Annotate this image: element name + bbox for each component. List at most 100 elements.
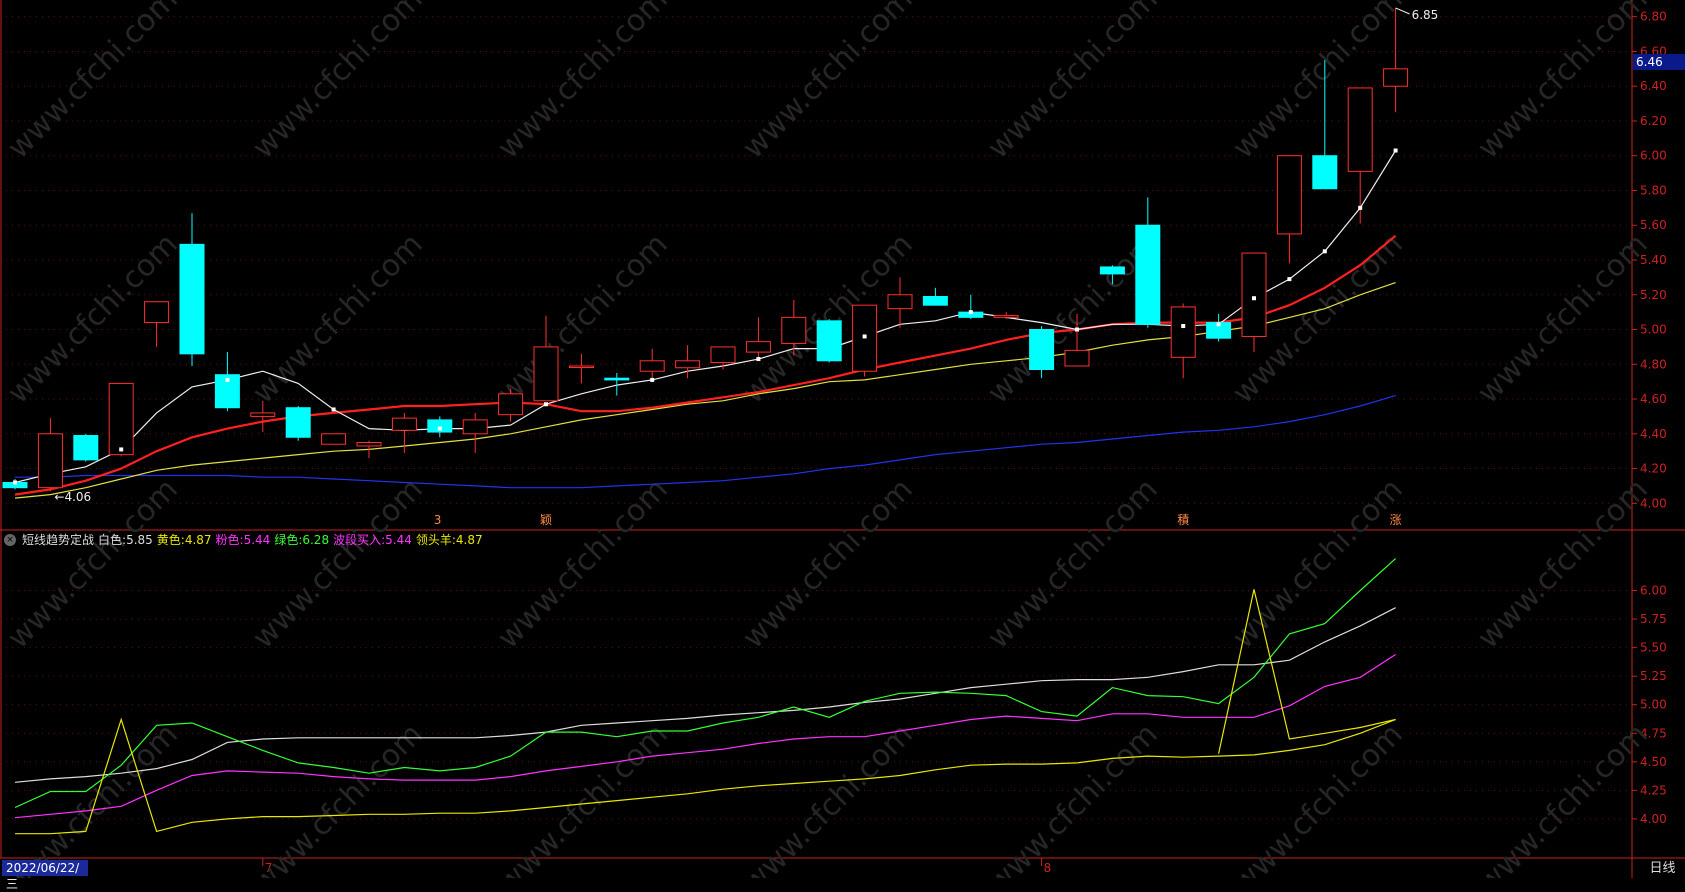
watermark-text: www.cfchi.com <box>1471 717 1655 878</box>
legend-yellow: 黄色:4.87 <box>156 533 212 547</box>
candle-body-down <box>922 295 948 306</box>
ma5-point <box>1216 322 1221 327</box>
low-annotation: ←4.06 <box>54 490 91 504</box>
candle-body-up <box>745 341 771 353</box>
indicator-title[interactable]: 短线趋势定战 <box>22 532 94 548</box>
indicator-line-e8e800 <box>15 717 1396 835</box>
candle-body-down <box>1135 224 1161 325</box>
candle-body-up <box>250 412 276 417</box>
legend-white: 白色:5.85 <box>98 533 153 547</box>
watermark-text: www.cfchi.com <box>246 227 430 411</box>
indicator-y-tick-label: 5.50 <box>1640 641 1667 655</box>
watermark-text: www.cfchi.com <box>736 472 920 656</box>
watermark-text: www.cfchi.com <box>246 717 430 878</box>
indicator-y-tick-label: 4.00 <box>1640 812 1667 826</box>
main-y-tick-label: 6.20 <box>1640 114 1667 128</box>
main-y-tick-label: 4.40 <box>1640 427 1667 441</box>
candle-body-up <box>1276 155 1302 235</box>
ma5-point <box>331 407 336 412</box>
legend-band-buy: 波段买入:5.44 <box>333 533 412 547</box>
legend-pink: 粉色:5.44 <box>215 533 271 547</box>
ma10-line <box>14 234 1397 496</box>
ma5-point <box>1287 277 1292 282</box>
main-y-tick-label: 6.40 <box>1640 79 1667 93</box>
watermark-text: www.cfchi.com <box>491 472 675 656</box>
candle-body-down <box>1029 329 1055 370</box>
indicator-y-tick-label: 5.75 <box>1640 612 1667 626</box>
indicator-line-ff33ff <box>14 653 1396 819</box>
watermark-text: www.cfchi.com <box>491 227 675 411</box>
watermark-text: www.cfchi.com <box>1 717 185 878</box>
indicator-y-tick-label: 6.00 <box>1640 584 1667 598</box>
indicator-y-tick-label: 5.25 <box>1640 669 1667 683</box>
ma5-point <box>1393 148 1398 153</box>
watermark-text: www.cfchi.com <box>981 717 1165 878</box>
high-annotation: 6.85 <box>1412 8 1439 22</box>
watermark-text: www.cfchi.com <box>1471 227 1655 411</box>
candle-body-up <box>144 301 170 324</box>
signal-marker: 涨 <box>1390 512 1402 527</box>
ma5-point <box>1252 296 1256 301</box>
candle-body-up <box>498 393 524 416</box>
main-y-tick-label: 5.00 <box>1640 323 1667 337</box>
candle-body-up <box>1241 252 1267 337</box>
chart-stage: 6.80 6.60 6.40 6.20 6.00 5.80 5.60 5.40 5.20 5.00… <box>0 0 1685 892</box>
watermark-text: www.cfchi.com <box>736 717 920 878</box>
candle-body-up <box>710 346 736 364</box>
watermark-text: www.cfchi.com <box>736 0 920 166</box>
main-y-tick-label: 5.60 <box>1640 218 1667 232</box>
watermark-text: www.cfchi.com <box>1471 0 1655 166</box>
candle-body-down <box>816 320 842 362</box>
signal-marker: 積 <box>1177 512 1189 527</box>
legend-leader: 领头羊:4.87 <box>415 533 483 547</box>
candle-body-up <box>639 360 665 372</box>
watermark-text: www.cfchi.com <box>1226 717 1410 878</box>
ma5-point <box>1322 249 1327 254</box>
candle-body-up <box>1064 349 1090 367</box>
candle-body-up <box>568 365 594 369</box>
watermark-text: www.cfchi.com <box>491 0 675 166</box>
indicator-y-tick-label: 4.25 <box>1640 783 1667 797</box>
candle-body-up <box>391 417 417 431</box>
main-y-tick-label: 4.60 <box>1640 392 1667 406</box>
signal-marker: 颖 <box>540 513 552 527</box>
indicator-line-dddddd <box>14 607 1396 783</box>
watermark-text: www.cfchi.com <box>1 472 185 656</box>
period-selector[interactable]: 日线 <box>1640 860 1685 878</box>
candle-body-up <box>1383 68 1409 87</box>
indicator-legend: × 短线趋势定战 白色:5.85 黄色:4.87 粉色:5.44 绿色:6.28… <box>4 532 483 548</box>
ma5-point <box>1358 205 1363 210</box>
watermark-text: www.cfchi.com <box>246 0 430 166</box>
chart-canvas: 6.806.606.406.206.005.805.605.405.205.00… <box>0 0 1685 892</box>
candle-body-down <box>73 435 99 461</box>
main-y-tick-label: 5.80 <box>1640 183 1667 197</box>
watermark-text: www.cfchi.com <box>1226 472 1410 656</box>
ma5-point <box>650 377 655 382</box>
main-y-tick-label: 4.20 <box>1640 462 1667 476</box>
indicator-line-33ff33 <box>14 558 1397 809</box>
ma5-point <box>862 334 867 339</box>
candle-body-up <box>533 346 559 402</box>
candle-body-up <box>887 294 913 310</box>
candle-body-up <box>993 315 1019 318</box>
close-icon[interactable]: × <box>4 534 16 546</box>
x-tick-label: 8 <box>1044 861 1052 875</box>
ma5-point <box>1181 324 1186 329</box>
candle-body-up <box>108 382 134 456</box>
candle-body-up <box>462 419 488 435</box>
candle-body-down <box>285 407 311 438</box>
legend-green: 绿色:6.28 <box>274 533 330 547</box>
candle-body-up <box>675 360 701 369</box>
main-y-tick-label: 5.20 <box>1640 288 1667 302</box>
watermark-text: www.cfchi.com <box>981 0 1165 166</box>
watermark-text: www.cfchi.com <box>246 472 430 656</box>
current-price-tag: 6.46 <box>1633 54 1685 70</box>
watermark-text: www.cfchi.com <box>1226 0 1410 166</box>
candle-body-down <box>1099 266 1125 275</box>
watermark-text: www.cfchi.com <box>1471 472 1655 656</box>
ma5-point <box>119 447 124 452</box>
cursor-date[interactable]: 2022/06/22/三 <box>2 860 88 891</box>
ma5-point <box>544 402 548 407</box>
main-y-tick-label: 4.80 <box>1640 357 1667 371</box>
indicator-y-tick-label: 4.50 <box>1640 755 1667 769</box>
